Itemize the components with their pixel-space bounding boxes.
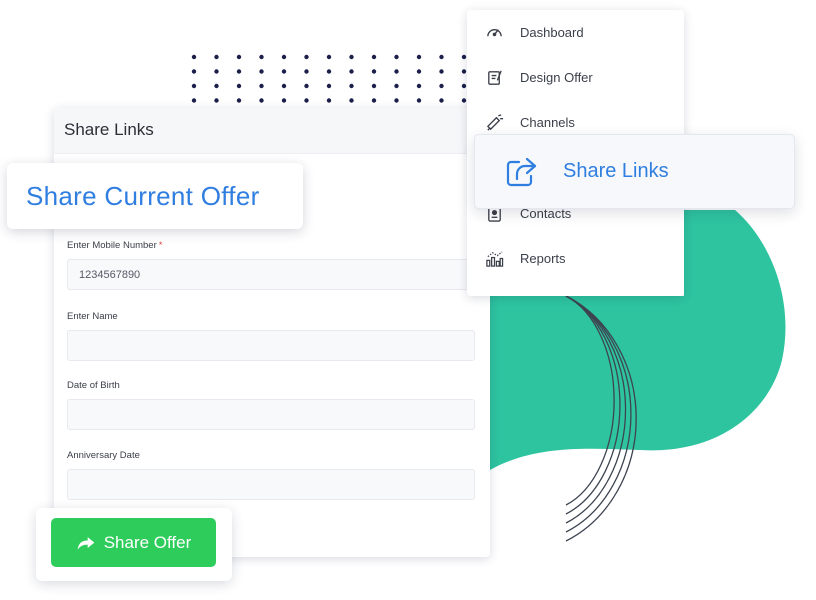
share-arrow-icon (77, 536, 95, 550)
menu-label-channels: Channels (520, 114, 575, 130)
menu-item-dashboard[interactable]: Dashboard (485, 19, 675, 45)
dot (236, 83, 242, 89)
dot (394, 69, 399, 74)
dot (236, 54, 242, 60)
date-of-birth-input[interactable] (67, 399, 475, 430)
dot (304, 54, 309, 60)
dot (326, 54, 332, 60)
dot (461, 83, 467, 89)
design-offer-icon (485, 68, 504, 87)
dot (326, 98, 332, 103)
menu-label-dashboard: Dashboard (520, 24, 584, 40)
share-offer-wrapper: Share Offer (36, 508, 232, 581)
dot (461, 98, 467, 103)
dot (416, 83, 422, 89)
dot (281, 54, 287, 60)
share-current-offer-heading: Share Current Offer (7, 163, 303, 229)
dot (461, 54, 467, 60)
dot (191, 69, 197, 74)
dot (394, 83, 399, 89)
dot-grid-decoration (191, 54, 467, 103)
dob-label: Date of Birth (67, 380, 120, 391)
menu-item-share-links-active[interactable]: Share Links (474, 134, 795, 209)
dot (191, 54, 197, 60)
name-input[interactable] (67, 330, 475, 361)
dot (349, 98, 354, 103)
dot (326, 83, 332, 89)
dot (416, 54, 422, 60)
name-field-group: Enter Name (67, 311, 475, 361)
dot (461, 69, 467, 74)
dot (371, 83, 377, 89)
dot (259, 54, 264, 60)
dot (304, 69, 309, 74)
menu-label-reports: Reports (520, 250, 566, 266)
dot (371, 69, 377, 74)
required-asterisk: * (158, 240, 163, 251)
name-label: Enter Name (67, 311, 118, 322)
dot (304, 83, 309, 89)
dot (191, 83, 197, 89)
menu-item-reports[interactable]: Reports (485, 245, 675, 271)
share-links-active-label: Share Links (563, 160, 669, 182)
share-icon (506, 157, 537, 186)
menu-item-design-offer[interactable]: Design Offer (485, 64, 675, 90)
dot (304, 98, 309, 103)
menu-label-design-offer: Design Offer (520, 69, 593, 85)
dot (439, 54, 444, 60)
dot (349, 83, 354, 89)
anniversary-label: Anniversary Date (67, 450, 140, 461)
anniversary-field-group: Anniversary Date (67, 450, 475, 500)
dot (439, 69, 444, 74)
dot (236, 98, 242, 103)
dot (349, 54, 354, 60)
dot (259, 83, 264, 89)
dot (236, 69, 242, 74)
dot (394, 54, 399, 60)
dot (439, 83, 444, 89)
dot (281, 83, 287, 89)
anniversary-date-input[interactable] (67, 469, 475, 500)
dot (371, 54, 377, 60)
dot (439, 98, 444, 103)
dot (371, 98, 377, 103)
share-offer-button[interactable]: Share Offer (51, 518, 216, 567)
dot (416, 69, 422, 74)
megaphone-icon (485, 113, 504, 132)
dot (326, 69, 332, 74)
reports-icon (485, 249, 504, 268)
mobile-field-group: Enter Mobile Number * 1234567890 (67, 240, 475, 290)
dot (349, 69, 354, 74)
mobile-label: Enter Mobile Number * (67, 240, 163, 251)
dot (259, 69, 264, 74)
dot (394, 98, 399, 103)
dot (191, 98, 197, 103)
dot (214, 83, 219, 89)
dot (214, 98, 219, 103)
speedometer-icon (485, 23, 504, 42)
dot (281, 98, 287, 103)
menu-item-channels[interactable]: Channels (485, 109, 675, 135)
dot (281, 69, 287, 74)
dob-field-group: Date of Birth (67, 380, 475, 430)
dot (416, 98, 422, 103)
card-title: Share Links (54, 108, 490, 154)
mobile-number-input[interactable]: 1234567890 (67, 259, 475, 290)
share-offer-label: Share Offer (103, 532, 192, 552)
dot (259, 98, 264, 103)
dot (214, 69, 219, 74)
dot (214, 54, 219, 60)
